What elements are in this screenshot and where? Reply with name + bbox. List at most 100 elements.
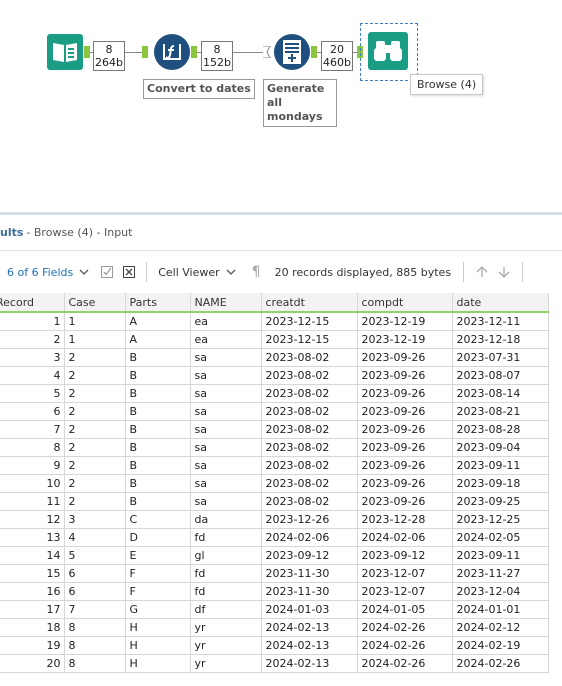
table-cell[interactable]: A [125,330,191,349]
table-cell[interactable]: 2024-01-05 [357,600,453,619]
workflow-canvas[interactable]: 8 264b 8 152b Convert to dates 20 460b G… [0,0,562,212]
table-cell[interactable]: 2023-08-02 [261,492,358,511]
arrow-up-icon[interactable] [476,266,488,278]
table-cell[interactable]: 2023-08-02 [261,348,358,367]
table-cell[interactable]: 2023-12-15 [261,312,358,331]
table-cell[interactable]: 2023-09-11 [452,456,549,475]
table-cell[interactable]: 2023-12-07 [357,564,453,583]
table-cell[interactable]: 2023-11-30 [261,564,358,583]
table-cell[interactable]: 5 [64,546,126,565]
arrow-down-icon[interactable] [498,266,510,278]
table-cell[interactable]: yr [190,654,262,673]
table-cell[interactable]: 2024-02-05 [452,528,549,547]
table-cell[interactable]: da [190,510,262,529]
table-cell[interactable]: A [125,312,191,331]
table-cell[interactable]: 2023-08-02 [261,420,358,439]
table-cell[interactable]: 2023-09-26 [357,456,453,475]
record-number-cell[interactable]: 18 [0,618,65,637]
table-cell[interactable]: 6 [64,582,126,601]
table-row[interactable]: 18 8 Hyr 2024-02-13 2024-02-26 2024-02-12 [0,618,549,637]
record-number-cell[interactable]: 3 [0,348,65,367]
table-cell[interactable]: 2024-02-06 [261,528,358,547]
table-cell[interactable]: 2023-12-28 [357,510,453,529]
table-cell[interactable]: fd [190,564,262,583]
table-cell[interactable]: 2024-02-26 [357,654,453,673]
table-cell[interactable]: 2024-02-12 [452,618,549,637]
table-cell[interactable]: 2023-09-26 [357,366,453,385]
table-cell[interactable]: 2023-08-07 [452,366,549,385]
table-row[interactable]: 6 2 Bsa 2023-08-02 2023-09-26 2023-08-21 [0,402,549,421]
table-cell[interactable]: ea [190,312,262,331]
record-number-cell[interactable]: 7 [0,420,65,439]
record-number-cell[interactable]: 15 [0,564,65,583]
table-cell[interactable]: 2024-01-03 [261,600,358,619]
table-cell[interactable]: 2023-11-27 [452,564,549,583]
table-cell[interactable]: 6 [64,564,126,583]
table-cell[interactable]: 2023-08-02 [261,456,358,475]
table-cell[interactable]: B [125,420,191,439]
pilcrow-icon[interactable]: ¶ [252,264,261,280]
column-header-parts[interactable]: Parts [125,293,191,313]
record-number-cell[interactable]: 20 [0,654,65,673]
table-row[interactable]: 8 2 Bsa 2023-08-02 2023-09-26 2023-09-04 [0,438,549,457]
table-cell[interactable]: 2024-02-06 [357,528,453,547]
table-row[interactable]: 20 8 Hyr 2024-02-13 2024-02-26 2024-02-26 [0,654,549,673]
record-number-cell[interactable]: 14 [0,546,65,565]
record-number-cell[interactable]: 13 [0,528,65,547]
table-cell[interactable]: H [125,636,191,655]
table-cell[interactable]: B [125,402,191,421]
cell-viewer-dropdown[interactable]: Cell Viewer [158,266,219,279]
table-cell[interactable]: sa [190,492,262,511]
table-row[interactable]: 13 4 Dfd 2024-02-06 2024-02-06 2024-02-05 [0,528,549,547]
table-cell[interactable]: 2023-09-26 [357,438,453,457]
table-cell[interactable]: sa [190,420,262,439]
record-number-cell[interactable]: 11 [0,492,65,511]
record-number-cell[interactable]: 4 [0,366,65,385]
table-cell[interactable]: 2023-08-02 [261,366,358,385]
table-cell[interactable]: B [125,474,191,493]
table-cell[interactable]: 2023-08-14 [452,384,549,403]
chevron-down-icon[interactable] [226,269,236,275]
table-cell[interactable]: 2023-12-15 [261,330,358,349]
table-row[interactable]: 11 2 Bsa 2023-08-02 2023-09-26 2023-09-25 [0,492,549,511]
column-header-case[interactable]: Case [64,293,126,313]
record-number-cell[interactable]: 12 [0,510,65,529]
table-cell[interactable]: B [125,456,191,475]
table-row[interactable]: 15 6 Ffd 2023-11-30 2023-12-07 2023-11-27 [0,564,549,583]
record-number-cell[interactable]: 16 [0,582,65,601]
table-cell[interactable]: 2023-12-26 [261,510,358,529]
table-cell[interactable]: 2 [64,348,126,367]
table-cell[interactable]: ea [190,330,262,349]
table-cell[interactable]: sa [190,474,262,493]
table-row[interactable]: 14 5 Egl 2023-09-12 2023-09-12 2023-09-11 [0,546,549,565]
input-anchor[interactable] [142,46,148,58]
table-cell[interactable]: B [125,438,191,457]
table-cell[interactable]: 2023-09-26 [357,420,453,439]
column-header-record[interactable]: Record [0,293,65,313]
table-cell[interactable]: 1 [64,330,126,349]
table-cell[interactable]: 2023-09-26 [357,492,453,511]
table-cell[interactable]: 2023-07-31 [452,348,549,367]
table-row[interactable]: 16 6 Ffd 2023-11-30 2023-12-07 2023-12-04 [0,582,549,601]
record-number-cell[interactable]: 2 [0,330,65,349]
table-cell[interactable]: sa [190,384,262,403]
table-cell[interactable]: 2023-08-02 [261,402,358,421]
table-cell[interactable]: 2024-02-13 [261,636,358,655]
table-cell[interactable]: D [125,528,191,547]
table-row[interactable]: 17 7 Gdf 2024-01-03 2024-01-05 2024-01-01 [0,600,549,619]
table-row[interactable]: 9 2 Bsa 2023-08-02 2023-09-26 2023-09-11 [0,456,549,475]
select-all-checkbox-icon[interactable] [101,266,114,278]
table-cell[interactable]: 2024-02-26 [452,654,549,673]
table-cell[interactable]: sa [190,348,262,367]
table-row[interactable]: 1 1 Aea 2023-12-15 2023-12-19 2023-12-11 [0,312,549,331]
table-cell[interactable]: fd [190,582,262,601]
column-header-compdt[interactable]: compdt [357,293,453,313]
table-cell[interactable]: 2023-09-26 [357,402,453,421]
record-number-cell[interactable]: 1 [0,312,65,331]
table-cell[interactable]: 2023-12-19 [357,312,453,331]
table-cell[interactable]: 2 [64,456,126,475]
input-anchor[interactable] [263,46,271,58]
table-cell[interactable]: 2023-09-26 [357,474,453,493]
table-cell[interactable]: B [125,348,191,367]
table-row[interactable]: 7 2 Bsa 2023-08-02 2023-09-26 2023-08-28 [0,420,549,439]
